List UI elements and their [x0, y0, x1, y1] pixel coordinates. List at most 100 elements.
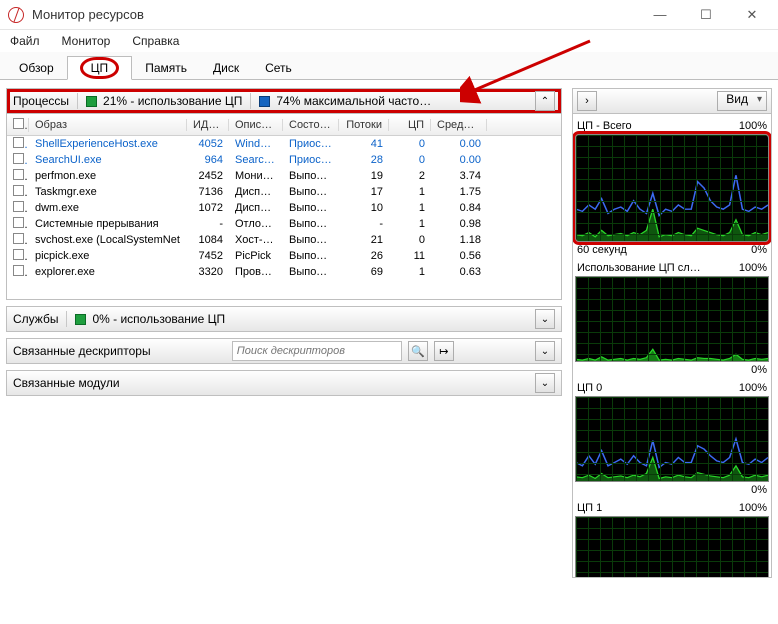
cell-desc: Прово… [229, 266, 283, 278]
cell-desc: Windo… [229, 138, 283, 150]
cell-cpu: 2 [389, 170, 431, 182]
cell-cpu: 1 [389, 202, 431, 214]
handle-search-input[interactable] [232, 341, 402, 361]
col-avg[interactable]: Средн… [431, 119, 487, 131]
tab-memory[interactable]: Память [132, 56, 200, 80]
cell-cpu: 0 [389, 138, 431, 150]
cell-pid: 1072 [187, 202, 229, 214]
col-image[interactable]: Образ [29, 119, 187, 131]
handles-expand-button[interactable]: ⌄ [535, 341, 555, 361]
handles-panel-header[interactable]: Связанные дескрипторы 🔍 ↦ ⌄ [6, 338, 562, 364]
cell-threads: 21 [339, 234, 389, 246]
graph-scale-top: 100% [739, 502, 767, 514]
tab-disk[interactable]: Диск [200, 56, 252, 80]
row-checkbox[interactable] [13, 249, 24, 260]
col-pid[interactable]: ИД п… [187, 119, 229, 131]
col-status[interactable]: Состоя… [283, 119, 339, 131]
cell-desc: Отлож… [229, 218, 283, 230]
table-row[interactable]: SearchUI.exe964Search …Приос…2800.00 [7, 152, 561, 168]
col-threads[interactable]: Потоки [339, 119, 389, 131]
row-checkbox[interactable] [13, 265, 24, 276]
cell-threads: 10 [339, 202, 389, 214]
search-icon: 🔍 [411, 345, 425, 358]
table-row[interactable]: Taskmgr.exe7136Диспе…Выпол…1711.75 [7, 184, 561, 200]
cell-threads: - [339, 218, 389, 230]
services-panel-header[interactable]: Службы 0% - использование ЦП ⌄ [6, 306, 562, 332]
graph-scale-bottom: 0% [751, 244, 767, 256]
window-titlebar: Монитор ресурсов — ☐ ✕ [0, 0, 778, 30]
table-row[interactable]: ShellExperienceHost.exe4052Windo…Приос…4… [7, 136, 561, 152]
graphs-container: ЦП - Всего100%60 секунд0%Использование Ц… [572, 114, 772, 578]
cell-avg: 0.00 [431, 138, 487, 150]
cell-threads: 19 [339, 170, 389, 182]
cell-avg: 0.56 [431, 250, 487, 262]
table-row[interactable]: dwm.exe1072Диспе…Выпол…1010.84 [7, 200, 561, 216]
cpu-usage-label: 21% - использование ЦП [103, 94, 242, 108]
cell-pid: 3320 [187, 266, 229, 278]
table-row[interactable]: picpick.exe7452PicPickВыпол…26110.56 [7, 248, 561, 264]
search-next-button[interactable]: ↦ [434, 341, 454, 361]
row-checkbox[interactable] [13, 217, 24, 228]
table-row[interactable]: perfmon.exe2452Монит…Выпол…1923.74 [7, 168, 561, 184]
graph-3: ЦП 1100% [575, 500, 769, 578]
graph-scale-top: 100% [739, 382, 767, 394]
maximize-button[interactable]: ☐ [692, 7, 720, 23]
handles-title: Связанные дескрипторы [13, 344, 151, 358]
row-checkbox[interactable] [13, 201, 24, 212]
cell-pid: 1084 [187, 234, 229, 246]
modules-panel-header[interactable]: Связанные модули ⌄ [6, 370, 562, 396]
processes-table-header: Образ ИД п… Описа… Состоя… Потоки ЦП Сре… [7, 114, 561, 136]
menu-help[interactable]: Справка [128, 32, 183, 50]
cell-pid: 7136 [187, 186, 229, 198]
row-checkbox[interactable] [13, 137, 24, 148]
modules-expand-button[interactable]: ⌄ [535, 373, 555, 393]
cell-status: Выпол… [283, 202, 339, 214]
tab-cpu[interactable]: ЦП [67, 56, 133, 80]
cell-desc: PicPick [229, 250, 283, 262]
graph-2: ЦП 0100%0% [575, 380, 769, 498]
table-row[interactable]: svchost.exe (LocalSystemNet1084Хост-п…Вы… [7, 232, 561, 248]
search-button[interactable]: 🔍 [408, 341, 428, 361]
cell-desc: Монит… [229, 170, 283, 182]
graph-scale-top: 100% [739, 120, 767, 132]
graph-canvas [575, 396, 769, 482]
col-cpu[interactable]: ЦП [389, 119, 431, 131]
col-desc[interactable]: Описа… [229, 119, 283, 131]
processes-panel-header[interactable]: Процессы 21% - использование ЦП 74% макс… [6, 88, 562, 114]
minimize-button[interactable]: — [646, 7, 674, 23]
cell-status: Выпол… [283, 186, 339, 198]
services-cpu-chip: 0% - использование ЦП [75, 312, 225, 326]
cell-status: Выпол… [283, 218, 339, 230]
cell-status: Выпол… [283, 170, 339, 182]
cell-threads: 26 [339, 250, 389, 262]
close-button[interactable]: ✕ [738, 7, 766, 23]
menu-monitor[interactable]: Монитор [58, 32, 115, 50]
graphs-collapse-button[interactable]: › [577, 91, 597, 111]
col-checkbox[interactable] [7, 118, 29, 132]
cell-cpu: 1 [389, 218, 431, 230]
graph-1: Использование ЦП сл…100%0% [575, 260, 769, 378]
row-checkbox[interactable] [13, 185, 24, 196]
tab-overview[interactable]: Обзор [6, 56, 67, 80]
menubar: Файл Монитор Справка [0, 30, 778, 52]
cell-avg: 3.74 [431, 170, 487, 182]
processes-title: Процессы [13, 94, 69, 108]
services-cpu-label: 0% - использование ЦП [92, 312, 225, 326]
cell-image: svchost.exe (LocalSystemNet [29, 234, 187, 246]
cell-avg: 1.18 [431, 234, 487, 246]
tab-network[interactable]: Сеть [252, 56, 305, 80]
window-title: Монитор ресурсов [32, 7, 646, 22]
processes-collapse-button[interactable]: ⌃ [535, 91, 555, 111]
cell-image: Системные прерывания [29, 218, 187, 230]
cell-image: ShellExperienceHost.exe [29, 138, 187, 150]
row-checkbox[interactable] [13, 153, 24, 164]
services-expand-button[interactable]: ⌄ [535, 309, 555, 329]
row-checkbox[interactable] [13, 169, 24, 180]
cell-threads: 28 [339, 154, 389, 166]
graph-scale-top: 100% [739, 262, 767, 274]
view-select[interactable]: Вид [717, 91, 767, 111]
row-checkbox[interactable] [13, 233, 24, 244]
table-row[interactable]: explorer.exe3320Прово…Выпол…6910.63 [7, 264, 561, 280]
table-row[interactable]: Системные прерывания-Отлож…Выпол…-10.98 [7, 216, 561, 232]
menu-file[interactable]: Файл [6, 32, 44, 50]
